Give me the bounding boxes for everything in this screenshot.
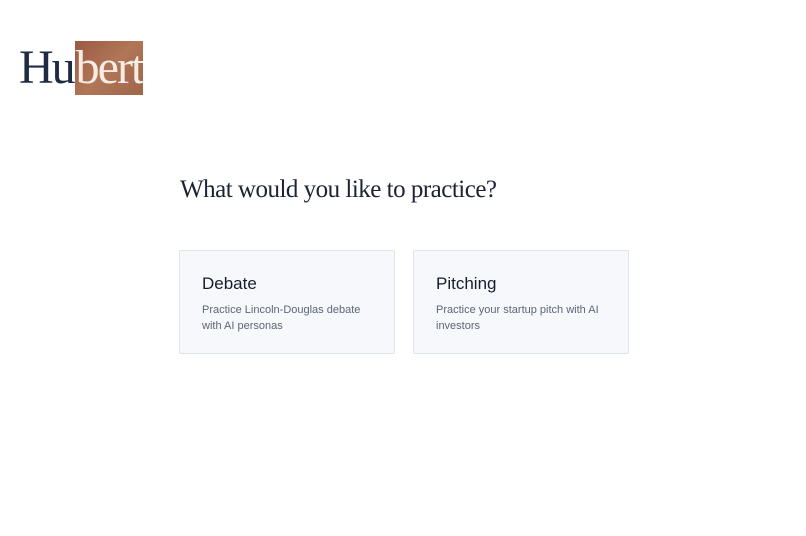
pitching-option-card[interactable]: Pitching Practice your startup pitch wit… xyxy=(413,250,629,354)
pitching-card-description: Practice your startup pitch with AI inve… xyxy=(436,304,599,332)
page-heading: What would you like to practice? xyxy=(180,176,497,203)
hubert-logo[interactable]: Hu bert xyxy=(19,41,144,95)
logo-text-hu: Hu xyxy=(19,41,76,94)
debate-card-description: Practice Lincoln-Douglas debate with AI … xyxy=(202,304,361,332)
logo-text-bert: bert xyxy=(74,41,144,95)
pitching-card-title: Pitching xyxy=(436,274,497,293)
debate-card-title: Debate xyxy=(202,274,257,293)
debate-option-card[interactable]: Debate Practice Lincoln-Douglas debate w… xyxy=(179,250,395,354)
